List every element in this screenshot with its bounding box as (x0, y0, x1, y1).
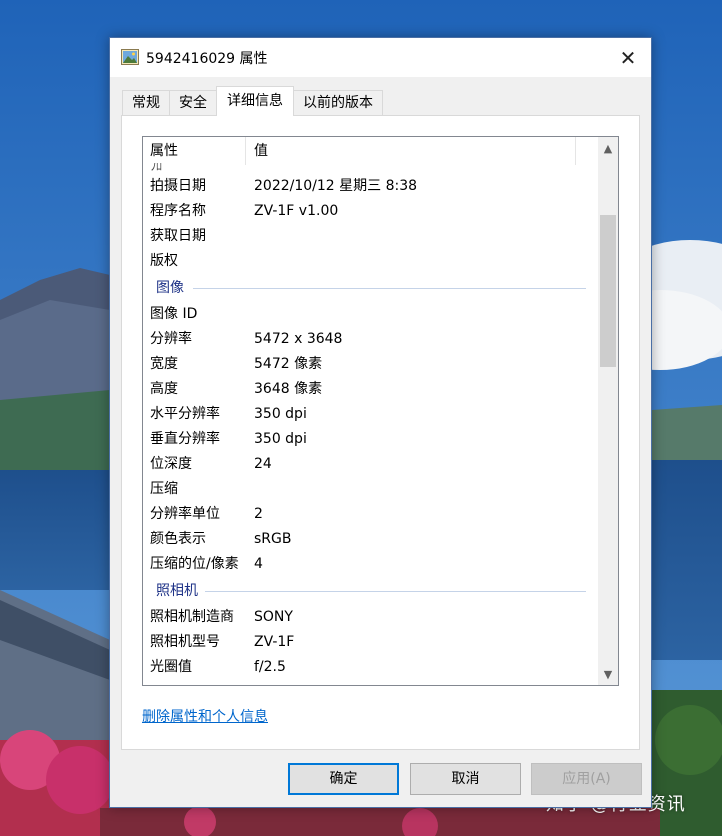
property-value: ZV-1F (254, 634, 295, 650)
tab-strip: 常规 安全 详细信息 以前的版本 (122, 86, 383, 116)
property-name: 版权 (150, 253, 178, 269)
property-name: 高度 (150, 381, 178, 397)
property-name: 垂直分辨率 (150, 431, 220, 447)
list-item[interactable]: 分辨率单位 2 (143, 502, 598, 527)
property-name: 水平分辨率 (150, 406, 220, 422)
list-item[interactable]: 压缩的位/像素 4 (143, 552, 598, 577)
tab-details[interactable]: 详细信息 (216, 86, 294, 116)
group-divider (205, 591, 586, 592)
cancel-button[interactable]: 取消 (410, 763, 521, 795)
property-name: 图像 ID (150, 306, 198, 322)
property-value: ZV-1F v1.00 (254, 203, 339, 219)
scroll-up-button[interactable]: ▲ (598, 137, 618, 159)
property-name: 拍摄日期 (150, 178, 206, 194)
property-name: 分辨率单位 (150, 506, 220, 522)
group-label: 照相机 (156, 577, 202, 605)
property-value: 5472 像素 (254, 356, 323, 372)
apply-button[interactable]: 应用(A) (531, 763, 642, 795)
group-header-image: 图像 (143, 274, 598, 302)
property-name: 照相机型号 (150, 634, 220, 650)
scrollbar-thumb[interactable] (600, 215, 616, 367)
tab-previous-versions[interactable]: 以前的版本 (293, 90, 383, 116)
property-name: 宽度 (150, 356, 178, 372)
list-item[interactable]: 图像 ID (143, 302, 598, 327)
ok-button[interactable]: 确定 (288, 763, 399, 795)
window-title: 5942416029 属性 (146, 51, 268, 67)
property-value: f/2.5 (254, 659, 286, 675)
tab-general[interactable]: 常规 (122, 90, 170, 116)
property-value: 350 dpi (254, 431, 307, 447)
property-value: 2 (254, 506, 263, 522)
list-item[interactable]: 程序名称 ZV-1F v1.00 (143, 199, 598, 224)
image-file-icon (121, 48, 139, 66)
group-label: 图像 (156, 274, 188, 302)
list-item[interactable]: 位深度 24 (143, 452, 598, 477)
list-item[interactable]: 拍摄日期 2022/10/12 星期三 8:38 (143, 174, 598, 199)
property-name: 颜色表示 (150, 531, 206, 547)
list-header: 属性 值 (143, 137, 598, 165)
chevron-up-icon: ▲ (603, 141, 613, 155)
partial-row-text: ﾌﾛ (150, 163, 163, 171)
tab-security[interactable]: 安全 (169, 90, 217, 116)
list-item[interactable]: 水平分辨率 350 dpi (143, 402, 598, 427)
property-value: SONY (254, 609, 293, 625)
column-header-property[interactable]: 属性 (150, 137, 246, 165)
property-value: 2022/10/12 星期三 8:38 (254, 178, 418, 194)
property-name: 程序名称 (150, 203, 206, 219)
scroll-down-button[interactable]: ▼ (598, 663, 618, 685)
list-item[interactable]: 高度 3648 像素 (143, 377, 598, 402)
list-item[interactable]: 宽度 5472 像素 (143, 352, 598, 377)
property-value: 350 dpi (254, 406, 307, 422)
property-value: 5472 x 3648 (254, 331, 343, 347)
list-item[interactable]: 获取日期 (143, 224, 598, 249)
property-name: 照相机制造商 (150, 609, 234, 625)
remove-properties-link[interactable]: 删除属性和个人信息 (142, 706, 268, 726)
close-icon: ✕ (619, 45, 637, 70)
group-header-camera: 照相机 (143, 577, 598, 605)
list-item[interactable]: 照相机型号 ZV-1F (143, 630, 598, 655)
property-name: 压缩 (150, 481, 178, 497)
vertical-scrollbar[interactable]: ▲ ▼ (598, 137, 618, 685)
property-name: 压缩的位/像素 (150, 556, 239, 572)
property-name: 分辨率 (150, 331, 192, 347)
property-name: 光圈值 (150, 659, 192, 675)
rows-container: 拍摄日期 2022/10/12 星期三 8:38 程序名称 ZV-1F v1.00 … (143, 174, 598, 680)
title-bar: 5942416029 属性 ✕ (110, 38, 651, 77)
list-item[interactable]: 分辨率 5472 x 3648 (143, 327, 598, 352)
property-value: 3648 像素 (254, 381, 323, 397)
properties-dialog: 5942416029 属性 ✕ 常规 安全 详细信息 以前的版本 属性 值 ﾌﾛ… (109, 37, 652, 808)
column-header-value[interactable]: 值 (254, 137, 576, 165)
close-button[interactable]: ✕ (605, 38, 651, 77)
property-value: 24 (254, 456, 272, 472)
chevron-down-icon: ▼ (603, 667, 613, 681)
property-list[interactable]: 属性 值 ﾌﾛ 拍摄日期 2022/10/12 星期三 8:38 程序名称 ZV-1… (142, 136, 619, 686)
property-value: sRGB (254, 531, 292, 547)
list-item[interactable]: 垂直分辨率 350 dpi (143, 427, 598, 452)
list-item[interactable]: 压缩 (143, 477, 598, 502)
group-divider (193, 288, 586, 289)
details-panel: 属性 值 ﾌﾛ 拍摄日期 2022/10/12 星期三 8:38 程序名称 ZV-1… (121, 115, 640, 750)
property-name: 获取日期 (150, 228, 206, 244)
list-item[interactable]: 颜色表示 sRGB (143, 527, 598, 552)
list-item[interactable]: 版权 (143, 249, 598, 274)
property-value: 4 (254, 556, 263, 572)
property-name: 位深度 (150, 456, 192, 472)
list-item[interactable]: 照相机制造商 SONY (143, 605, 598, 630)
list-item[interactable]: 光圈值 f/2.5 (143, 655, 598, 680)
